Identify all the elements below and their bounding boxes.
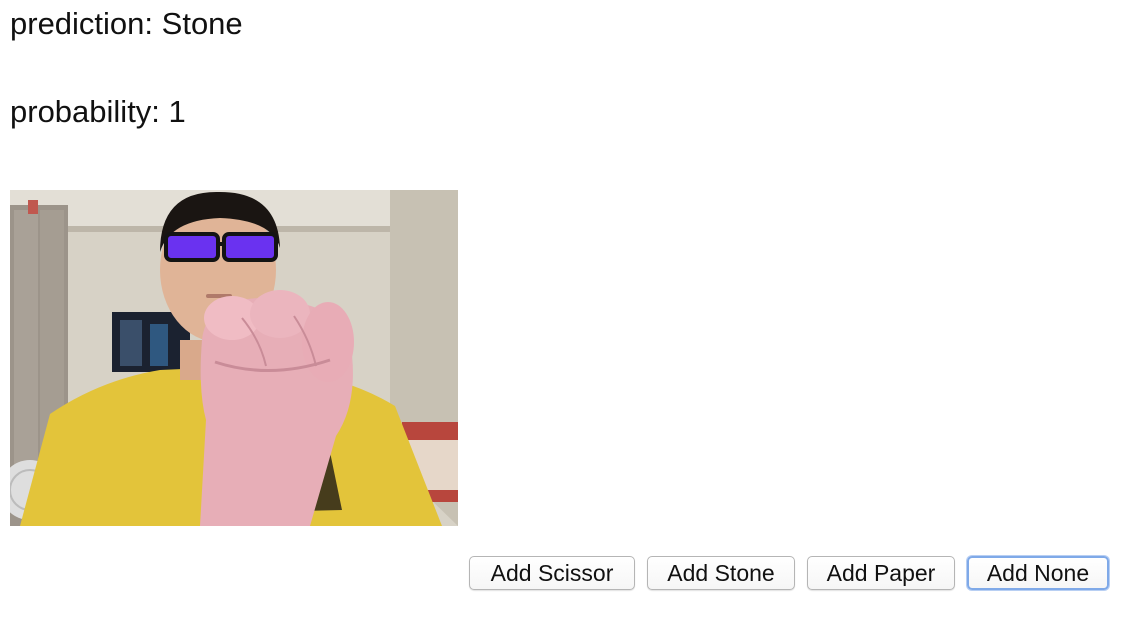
- add-stone-button[interactable]: Add Stone: [647, 556, 795, 590]
- probability-value: 1: [168, 94, 186, 129]
- webcam-video: [10, 190, 458, 526]
- add-paper-button[interactable]: Add Paper: [807, 556, 955, 590]
- probability-text: probability: 1: [10, 92, 186, 132]
- class-button-row: Add Scissor Add Stone Add Paper Add None: [469, 556, 1111, 591]
- webcam-frame-illustration: [10, 190, 458, 526]
- prediction-text: prediction: Stone: [10, 4, 243, 44]
- prediction-label: prediction:: [10, 6, 154, 41]
- prediction-value: Stone: [161, 6, 243, 41]
- probability-label: probability:: [10, 94, 160, 129]
- add-none-button[interactable]: Add None: [967, 556, 1109, 590]
- page: prediction: Stone probability: 1 Add Sci…: [0, 0, 1140, 618]
- add-scissor-button[interactable]: Add Scissor: [469, 556, 635, 590]
